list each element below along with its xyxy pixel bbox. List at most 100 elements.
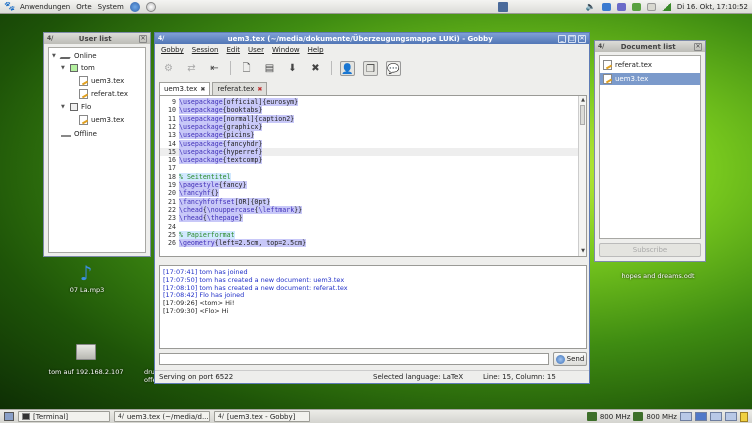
tray-update-icon[interactable] <box>646 2 656 11</box>
signal-icon[interactable] <box>661 2 671 11</box>
chat-input[interactable] <box>159 353 549 365</box>
desktop-icon-label: 07 La.mp3 <box>69 286 105 294</box>
maximize-icon[interactable]: □ <box>568 34 576 43</box>
close-icon[interactable]: ✖ <box>200 86 205 93</box>
tree-doc[interactable]: uem3.tex <box>79 115 124 125</box>
tree-group-offline[interactable]: Offline <box>61 129 97 139</box>
menu-help[interactable]: Help <box>308 46 324 54</box>
code-line[interactable]: 15 \usepackage{hyperref} <box>160 147 578 156</box>
close-icon[interactable]: ✖ <box>257 86 262 93</box>
close-icon[interactable]: ✕ <box>139 34 147 43</box>
code-token: \fancyhf <box>179 189 211 198</box>
tree-group-online[interactable]: ▼ Online <box>52 51 97 61</box>
code-line[interactable]: 26 \geometry{left=2.5cm, top=2.5cm} <box>160 239 578 248</box>
gnome-foot-icon[interactable]: 🐾 <box>4 2 15 12</box>
document-icon <box>79 76 88 86</box>
workspace-1[interactable] <box>680 412 692 421</box>
quit-session-icon[interactable]: ⇤ <box>207 61 222 76</box>
open-document-icon[interactable]: ▤ <box>262 61 277 76</box>
expander-down-icon[interactable]: ▼ <box>61 104 67 110</box>
document-item[interactable]: referat.tex <box>603 60 699 70</box>
task-gobby[interactable]: 4/ [uem3.tex - Gobby] <box>214 411 310 422</box>
document-list-titlebar[interactable]: 4/ Document list ✕ <box>595 41 705 52</box>
code-token: \usepackage <box>179 122 223 131</box>
subscribe-button[interactable]: Subscribe <box>599 243 701 257</box>
menu-applications[interactable]: Anwendungen <box>20 3 70 11</box>
menu-places[interactable]: Orte <box>76 3 91 11</box>
code-line[interactable]: 19 \pagestyle{fancy} <box>160 181 578 189</box>
code-line[interactable]: 16 \usepackage{textcomp} <box>160 156 578 165</box>
code-line[interactable]: 23 \rhead{\thepage} <box>160 214 578 223</box>
vertical-scrollbar[interactable]: ▲ ▼ <box>578 96 586 256</box>
join-session-icon[interactable]: ⇄ <box>184 61 199 76</box>
code-line[interactable]: 14 \usepackage{fancyhdr} <box>160 139 578 148</box>
tree-user-flo[interactable]: ▼ Flo <box>61 102 91 112</box>
close-icon[interactable]: ✕ <box>578 34 586 43</box>
task-terminal[interactable]: [Terminal] <box>18 411 110 422</box>
code-line[interactable]: 22 \chead{\nouppercase{\leftmark}} <box>160 205 578 214</box>
expander-down-icon[interactable]: ▼ <box>61 65 67 71</box>
menu-window[interactable]: Window <box>272 46 300 54</box>
volume-icon[interactable]: 🔈 <box>586 2 596 11</box>
task-gedit[interactable]: 4/ uem3.tex (~/media/d... <box>114 411 210 422</box>
code-line[interactable]: 17 <box>160 164 578 172</box>
tray-app-icon[interactable] <box>616 2 626 11</box>
code-line[interactable]: 11 \usepackage[normal]{caption2} <box>160 114 578 123</box>
tab-referat[interactable]: referat.tex ✖ <box>212 82 268 95</box>
create-session-icon[interactable]: ⚙ <box>161 61 176 76</box>
tab-uem3[interactable]: uem3.tex ✖ <box>159 82 211 95</box>
network-monitor-icon[interactable] <box>498 2 508 12</box>
code-line[interactable]: 25% Papierformat <box>160 230 578 239</box>
trash-icon[interactable] <box>740 411 748 422</box>
close-icon[interactable]: ✕ <box>694 42 702 51</box>
close-document-icon[interactable]: ✖ <box>308 61 323 76</box>
cpu-frequency[interactable]: 800 MHz <box>600 413 631 421</box>
code-line[interactable]: 20 \fancyhf{} <box>160 189 578 198</box>
scroll-thumb[interactable] <box>580 105 585 125</box>
workspace-2[interactable] <box>695 412 707 421</box>
workspace-4[interactable] <box>725 412 737 421</box>
tree-doc[interactable]: referat.tex <box>79 89 128 99</box>
user-list-icon[interactable]: 👤 <box>340 60 355 76</box>
cpu-frequency[interactable]: 800 MHz <box>646 413 677 421</box>
desktop-icon-mp3[interactable]: ♪ 07 La.mp3 <box>60 262 114 302</box>
tray-power-icon[interactable] <box>631 2 641 11</box>
gobby-titlebar[interactable]: 4/ uem3.tex (~/media/dokumente/Überzeugu… <box>155 33 589 44</box>
send-button[interactable]: Send <box>553 352 587 366</box>
chat-icon[interactable]: 💬 <box>386 60 401 76</box>
menu-gobby[interactable]: Gobby <box>161 46 184 54</box>
document-item-selected[interactable]: uem3.tex <box>600 73 700 85</box>
code-line[interactable]: 18% Seitentitel <box>160 172 578 181</box>
code-line[interactable]: 13 \usepackage{picins} <box>160 131 578 140</box>
menu-session[interactable]: Session <box>192 46 219 54</box>
code-line[interactable]: 24 <box>160 223 578 231</box>
save-document-icon[interactable]: ⬇ <box>285 61 300 76</box>
new-document-icon[interactable]: 🗋 <box>239 61 254 76</box>
code-line[interactable]: 21 \fancyhfoffset[OR]{0pt} <box>160 197 578 206</box>
browser-launcher-icon[interactable] <box>129 1 140 12</box>
desktop-icon-odt[interactable]: hopes and dreams.odt <box>618 262 698 290</box>
menu-system[interactable]: System <box>98 3 124 11</box>
tree-user-tom[interactable]: ▼ tom <box>61 63 95 73</box>
workspace-3[interactable] <box>710 412 722 421</box>
desktop-icon-network-share[interactable]: tom auf 192.168.2.107 <box>48 342 124 387</box>
minimize-icon[interactable]: _ <box>558 34 566 43</box>
show-desktop-icon[interactable] <box>4 412 14 421</box>
user-list-titlebar[interactable]: 4/ User list ✕ <box>44 33 150 44</box>
status-bar: Serving on port 6522 Selected language: … <box>155 370 589 383</box>
tray-network-icon[interactable] <box>601 2 611 11</box>
menu-edit[interactable]: Edit <box>226 46 240 54</box>
expander-down-icon[interactable]: ▼ <box>52 53 58 59</box>
code-line[interactable]: 9 \usepackage[official]{eurosym} <box>160 98 578 106</box>
scroll-up-icon[interactable]: ▲ <box>580 97 586 103</box>
document-icon <box>603 60 612 70</box>
scroll-down-icon[interactable]: ▼ <box>580 248 586 254</box>
help-launcher-icon[interactable] <box>145 1 156 12</box>
tree-doc[interactable]: uem3.tex <box>79 76 124 86</box>
code-line[interactable]: 12 \usepackage{graphicx} <box>160 122 578 131</box>
clock[interactable]: Di 16. Okt, 17:10:52 <box>677 3 748 11</box>
menu-user[interactable]: User <box>248 46 264 54</box>
text-editor[interactable]: 9 \usepackage[official]{eurosym} 10 \usepac… <box>159 95 587 257</box>
code-line[interactable]: 10 \usepackage{booktabs} <box>160 106 578 115</box>
document-list-icon[interactable]: ❐ <box>363 60 378 76</box>
